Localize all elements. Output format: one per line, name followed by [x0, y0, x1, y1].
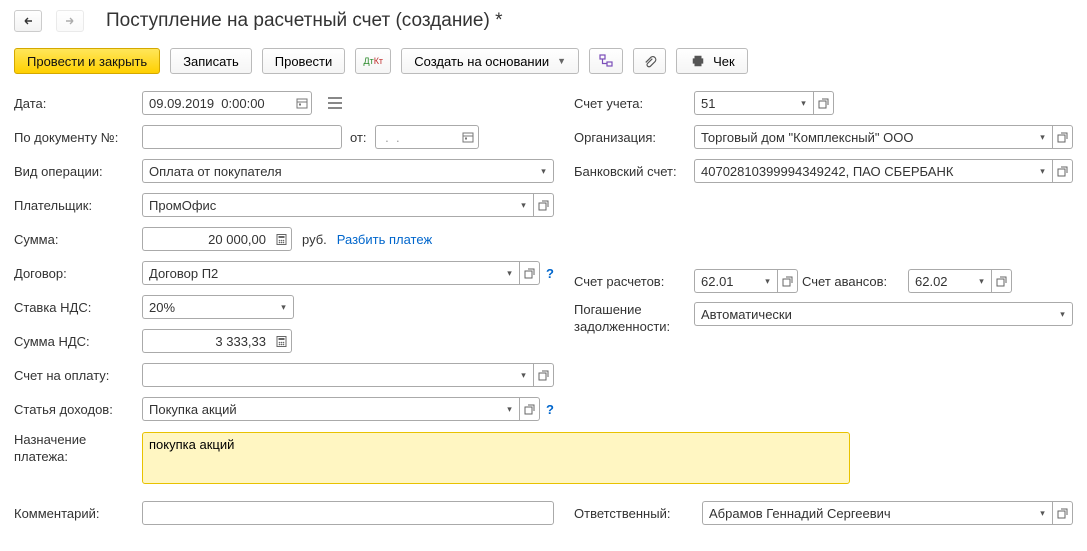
- doc-num-input[interactable]: [142, 125, 342, 149]
- create-based-on-button[interactable]: Создать на основании▼: [401, 48, 579, 74]
- structure-button[interactable]: [589, 48, 623, 74]
- advance-acc-input[interactable]: [908, 269, 972, 293]
- purpose-textarea[interactable]: покупка акций: [142, 432, 850, 484]
- doc-num-label: По документу №:: [14, 130, 142, 145]
- post-and-close-button[interactable]: Провести и закрыть: [14, 48, 160, 74]
- vat-rate-label: Ставка НДС:: [14, 300, 142, 315]
- date-input[interactable]: [142, 91, 292, 115]
- purpose-label: Назначение платежа:: [14, 432, 142, 466]
- open-icon[interactable]: [520, 397, 540, 421]
- from-label: от:: [350, 130, 367, 145]
- dropdown-icon[interactable]: [758, 269, 778, 293]
- open-icon[interactable]: [1053, 125, 1073, 149]
- comment-input[interactable]: [142, 501, 554, 525]
- contract-input[interactable]: [142, 261, 500, 285]
- account-input[interactable]: [694, 91, 794, 115]
- dropdown-icon[interactable]: [1053, 302, 1073, 326]
- page-title: Поступление на расчетный счет (создание)…: [106, 10, 503, 32]
- income-input[interactable]: [142, 397, 500, 421]
- dropdown-icon[interactable]: [274, 295, 294, 319]
- nav-forward-button: [56, 10, 84, 32]
- dropdown-icon[interactable]: [500, 397, 520, 421]
- dropdown-icon[interactable]: [514, 363, 534, 387]
- help-icon[interactable]: ?: [546, 266, 554, 281]
- open-icon[interactable]: [520, 261, 540, 285]
- open-icon[interactable]: [1053, 159, 1073, 183]
- comment-label: Комментарий:: [14, 506, 142, 521]
- date-label: Дата:: [14, 96, 142, 111]
- sum-label: Сумма:: [14, 232, 142, 247]
- responsible-label: Ответственный:: [574, 506, 702, 521]
- advance-acc-label: Счет авансов:: [802, 274, 902, 289]
- dropdown-icon[interactable]: [534, 159, 554, 183]
- payer-label: Плательщик:: [14, 198, 142, 213]
- calculator-icon[interactable]: [272, 329, 292, 353]
- open-icon[interactable]: [814, 91, 834, 115]
- open-icon[interactable]: [534, 193, 554, 217]
- calendar-icon[interactable]: [459, 125, 479, 149]
- dropdown-icon[interactable]: [1033, 125, 1053, 149]
- open-icon[interactable]: [778, 269, 798, 293]
- attach-button[interactable]: [633, 48, 666, 74]
- list-icon[interactable]: [326, 94, 344, 112]
- printer-icon: [689, 52, 707, 70]
- dropdown-icon[interactable]: [794, 91, 814, 115]
- sum-input[interactable]: [142, 227, 272, 251]
- write-button[interactable]: Записать: [170, 48, 252, 74]
- open-icon[interactable]: [1053, 501, 1073, 525]
- invoice-input[interactable]: [142, 363, 514, 387]
- contract-label: Договор:: [14, 266, 142, 281]
- nav-back-button[interactable]: [14, 10, 42, 32]
- op-type-label: Вид операции:: [14, 164, 142, 179]
- calendar-icon[interactable]: [292, 91, 312, 115]
- open-icon[interactable]: [534, 363, 554, 387]
- calculator-icon[interactable]: [272, 227, 292, 251]
- help-icon[interactable]: ?: [546, 402, 554, 417]
- dt-kt-button[interactable]: ДтКт: [355, 48, 391, 74]
- cheque-button[interactable]: Чек: [676, 48, 748, 74]
- debt-input[interactable]: [694, 302, 1053, 326]
- dt-kt-icon: ДтКт: [364, 52, 382, 70]
- org-input[interactable]: [694, 125, 1033, 149]
- vat-sum-input[interactable]: [142, 329, 272, 353]
- settle-acc-label: Счет расчетов:: [574, 274, 694, 289]
- settle-acc-input[interactable]: [694, 269, 758, 293]
- dropdown-icon[interactable]: [500, 261, 520, 285]
- from-date-input[interactable]: [375, 125, 459, 149]
- op-type-input[interactable]: [142, 159, 534, 183]
- responsible-input[interactable]: [702, 501, 1033, 525]
- account-label: Счет учета:: [574, 96, 694, 111]
- org-label: Организация:: [574, 130, 694, 145]
- income-label: Статья доходов:: [14, 402, 142, 417]
- dropdown-icon[interactable]: [972, 269, 992, 293]
- dropdown-icon[interactable]: [1033, 159, 1053, 183]
- bank-input[interactable]: [694, 159, 1033, 183]
- dropdown-icon[interactable]: [1033, 501, 1053, 525]
- vat-sum-label: Сумма НДС:: [14, 334, 142, 349]
- bank-label: Банковский счет:: [574, 164, 694, 179]
- currency-label: руб.: [302, 232, 327, 247]
- payer-input[interactable]: [142, 193, 514, 217]
- open-icon[interactable]: [992, 269, 1012, 293]
- post-button[interactable]: Провести: [262, 48, 346, 74]
- debt-label: Погашение задолженности:: [574, 302, 694, 336]
- invoice-label: Счет на оплату:: [14, 368, 142, 383]
- dropdown-icon[interactable]: [514, 193, 534, 217]
- vat-rate-input[interactable]: [142, 295, 274, 319]
- split-payment-link[interactable]: Разбить платеж: [337, 232, 432, 247]
